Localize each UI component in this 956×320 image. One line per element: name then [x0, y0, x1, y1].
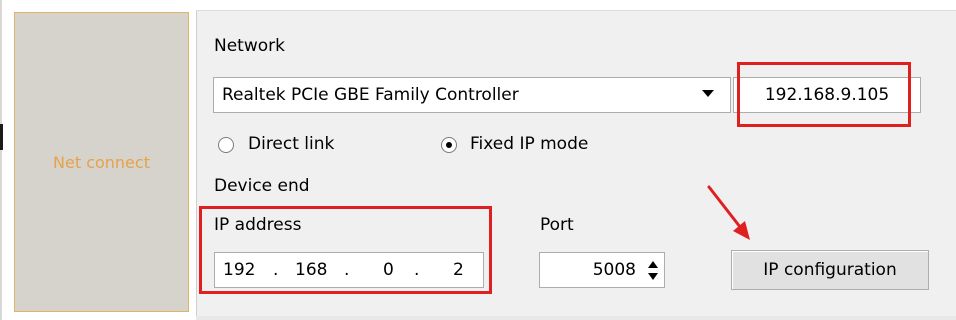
network-label: Network	[214, 36, 285, 56]
radio-selected-dot	[446, 142, 452, 148]
highlight-box-ip-address	[199, 206, 492, 294]
dropdown-arrow-icon[interactable]	[702, 90, 714, 97]
panel-bottom-edge	[196, 316, 956, 320]
radio-direct-link[interactable]	[218, 137, 234, 153]
ip-configuration-button-label: IP configuration	[763, 260, 897, 280]
spin-down-icon[interactable]	[648, 273, 658, 280]
window-edge-marker	[0, 124, 3, 150]
port-label: Port	[540, 215, 574, 235]
nav-tab-net-connect[interactable]: Net connect	[14, 12, 189, 312]
device-end-label: Device end	[214, 176, 310, 196]
nav-tab-label: Net connect	[53, 152, 150, 172]
ip-configuration-button[interactable]: IP configuration	[731, 250, 929, 290]
port-stepper[interactable]: 5008	[539, 252, 665, 288]
window-edge	[0, 0, 2, 320]
radio-fixed-ip-mode[interactable]	[441, 137, 457, 153]
fixed-ip-mode-label: Fixed IP mode	[470, 134, 589, 154]
network-adapter-select[interactable]: Realtek PCIe GBE Family Controller	[213, 77, 731, 113]
arrow-annotation-icon	[707, 185, 750, 240]
adapter-selected-value: Realtek PCIe GBE Family Controller	[222, 85, 519, 105]
spin-up-icon[interactable]	[648, 261, 658, 268]
port-value[interactable]: 5008	[593, 253, 636, 287]
direct-link-label: Direct link	[248, 134, 335, 154]
highlight-box-local-ip	[737, 62, 911, 127]
